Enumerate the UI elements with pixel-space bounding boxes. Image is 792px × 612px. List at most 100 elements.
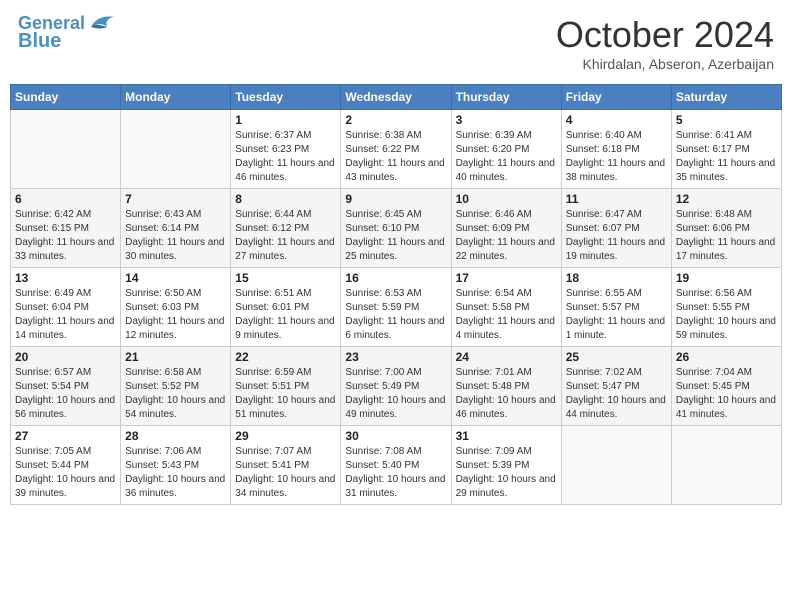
table-row (561, 426, 671, 505)
table-row (11, 110, 121, 189)
table-row: 10 Sunrise: 6:46 AMSunset: 6:09 PMDayligh… (451, 189, 561, 268)
month-title: October 2024 (556, 14, 774, 56)
calendar-week-row: 20 Sunrise: 6:57 AMSunset: 5:54 PMDayligh… (11, 347, 782, 426)
day-info: Sunrise: 7:01 AMSunset: 5:48 PMDaylight:… (456, 366, 557, 422)
day-info: Sunrise: 6:58 AMSunset: 5:52 PMDaylight:… (125, 366, 226, 422)
day-number: 27 (15, 429, 116, 443)
day-info: Sunrise: 6:48 AMSunset: 6:06 PMDaylight:… (676, 208, 777, 264)
day-info: Sunrise: 6:42 AMSunset: 6:15 PMDaylight:… (15, 208, 116, 264)
day-number: 24 (456, 350, 557, 364)
col-saturday: Saturday (671, 85, 781, 110)
table-row: 5Sunrise: 6:41 AMSunset: 6:17 PMDaylight… (671, 110, 781, 189)
day-number: 9 (345, 192, 446, 206)
table-row: 14Sunrise: 6:50 AMSunset: 6:03 PMDayligh… (121, 268, 231, 347)
location: Khirdalan, Abseron, Azerbaijan (556, 56, 774, 72)
day-number: 25 (566, 350, 667, 364)
day-info: Sunrise: 6:59 AMSunset: 5:51 PMDaylight:… (235, 366, 336, 422)
day-number: 1 (235, 113, 336, 127)
day-number: 6 (15, 192, 116, 206)
header-row: Sunday Monday Tuesday Wednesday Thursday… (11, 85, 782, 110)
day-number: 26 (676, 350, 777, 364)
day-number: 3 (456, 113, 557, 127)
table-row: 20 Sunrise: 6:57 AMSunset: 5:54 PMDayligh… (11, 347, 121, 426)
day-number: 20 (15, 350, 116, 364)
day-number: 11 (566, 192, 667, 206)
day-number: 21 (125, 350, 226, 364)
logo-blue-text: Blue (18, 30, 61, 52)
col-thursday: Thursday (451, 85, 561, 110)
day-number: 29 (235, 429, 336, 443)
day-number: 10 (456, 192, 557, 206)
day-info: Sunrise: 6:45 AMSunset: 6:10 PMDaylight:… (345, 208, 446, 264)
day-number: 13 (15, 271, 116, 285)
day-info: Sunrise: 6:54 AMSunset: 5:58 PMDaylight:… (456, 287, 557, 343)
page-header: General Blue October 2024 Khirdalan, Abs… (10, 10, 782, 76)
day-number: 7 (125, 192, 226, 206)
table-row: 2 Sunrise: 6:38 AMSunset: 6:22 PMDaylight… (341, 110, 451, 189)
calendar-week-row: 1 Sunrise: 6:37 AMSunset: 6:23 PMDaylight… (11, 110, 782, 189)
day-number: 19 (676, 271, 777, 285)
table-row: 9 Sunrise: 6:45 AMSunset: 6:10 PMDaylight… (341, 189, 451, 268)
table-row: 7 Sunrise: 6:43 AMSunset: 6:14 PMDaylight… (121, 189, 231, 268)
table-row: 26Sunrise: 7:04 AMSunset: 5:45 PMDayligh… (671, 347, 781, 426)
day-info: Sunrise: 6:46 AMSunset: 6:09 PMDaylight:… (456, 208, 557, 264)
day-info: Sunrise: 6:47 AMSunset: 6:07 PMDaylight:… (566, 208, 667, 264)
col-sunday: Sunday (11, 85, 121, 110)
col-wednesday: Wednesday (341, 85, 451, 110)
day-number: 30 (345, 429, 446, 443)
table-row: 1 Sunrise: 6:37 AMSunset: 6:23 PMDaylight… (231, 110, 341, 189)
day-info: Sunrise: 6:51 AMSunset: 6:01 PMDaylight:… (235, 287, 336, 343)
table-row: 23Sunrise: 7:00 AMSunset: 5:49 PMDayligh… (341, 347, 451, 426)
table-row: 31 Sunrise: 7:09 AMSunset: 5:39 PMDayligh… (451, 426, 561, 505)
day-number: 12 (676, 192, 777, 206)
day-info: Sunrise: 6:44 AMSunset: 6:12 PMDaylight:… (235, 208, 336, 264)
table-row: 16 Sunrise: 6:53 AMSunset: 5:59 PMDayligh… (341, 268, 451, 347)
day-info: Sunrise: 6:56 AMSunset: 5:55 PMDaylight:… (676, 287, 777, 343)
day-info: Sunrise: 6:37 AMSunset: 6:23 PMDaylight:… (235, 129, 336, 185)
day-info: Sunrise: 6:49 AMSunset: 6:04 PMDaylight:… (15, 287, 116, 343)
table-row (671, 426, 781, 505)
day-info: Sunrise: 6:53 AMSunset: 5:59 PMDaylight:… (345, 287, 446, 343)
table-row: 30 Sunrise: 7:08 AMSunset: 5:40 PMDayligh… (341, 426, 451, 505)
day-number: 8 (235, 192, 336, 206)
table-row: 25 Sunrise: 7:02 AMSunset: 5:47 PMDayligh… (561, 347, 671, 426)
calendar-week-row: 13 Sunrise: 6:49 AMSunset: 6:04 PMDayligh… (11, 268, 782, 347)
day-info: Sunrise: 7:08 AMSunset: 5:40 PMDaylight:… (345, 445, 446, 501)
table-row: 11 Sunrise: 6:47 AMSunset: 6:07 PMDayligh… (561, 189, 671, 268)
col-monday: Monday (121, 85, 231, 110)
day-number: 31 (456, 429, 557, 443)
day-info: Sunrise: 7:05 AMSunset: 5:44 PMDaylight:… (15, 445, 116, 501)
day-number: 17 (456, 271, 557, 285)
day-info: Sunrise: 7:02 AMSunset: 5:47 PMDaylight:… (566, 366, 667, 422)
day-number: 4 (566, 113, 667, 127)
day-number: 14 (125, 271, 226, 285)
table-row: 13 Sunrise: 6:49 AMSunset: 6:04 PMDayligh… (11, 268, 121, 347)
table-row: 28 Sunrise: 7:06 AMSunset: 5:43 PMDayligh… (121, 426, 231, 505)
day-number: 28 (125, 429, 226, 443)
day-info: Sunrise: 6:57 AMSunset: 5:54 PMDaylight:… (15, 366, 116, 422)
day-info: Sunrise: 7:00 AMSunset: 5:49 PMDaylight:… (345, 366, 446, 422)
day-info: Sunrise: 6:43 AMSunset: 6:14 PMDaylight:… (125, 208, 226, 264)
logo: General Blue (18, 14, 115, 52)
day-info: Sunrise: 6:41 AMSunset: 6:17 PMDaylight:… (676, 129, 777, 185)
day-info: Sunrise: 6:40 AMSunset: 6:18 PMDaylight:… (566, 129, 667, 185)
table-row: 8 Sunrise: 6:44 AMSunset: 6:12 PMDaylight… (231, 189, 341, 268)
day-info: Sunrise: 6:38 AMSunset: 6:22 PMDaylight:… (345, 129, 446, 185)
day-number: 16 (345, 271, 446, 285)
calendar-week-row: 27 Sunrise: 7:05 AMSunset: 5:44 PMDayligh… (11, 426, 782, 505)
day-number: 2 (345, 113, 446, 127)
table-row: 22Sunrise: 6:59 AMSunset: 5:51 PMDayligh… (231, 347, 341, 426)
day-info: Sunrise: 7:09 AMSunset: 5:39 PMDaylight:… (456, 445, 557, 501)
calendar-week-row: 6 Sunrise: 6:42 AMSunset: 6:15 PMDaylight… (11, 189, 782, 268)
table-row: 6 Sunrise: 6:42 AMSunset: 6:15 PMDaylight… (11, 189, 121, 268)
day-info: Sunrise: 7:06 AMSunset: 5:43 PMDaylight:… (125, 445, 226, 501)
table-row: 19 Sunrise: 6:56 AMSunset: 5:55 PMDayligh… (671, 268, 781, 347)
table-row: 17 Sunrise: 6:54 AMSunset: 5:58 PMDayligh… (451, 268, 561, 347)
table-row: 21 Sunrise: 6:58 AMSunset: 5:52 PMDayligh… (121, 347, 231, 426)
table-row: 4 Sunrise: 6:40 AMSunset: 6:18 PMDaylight… (561, 110, 671, 189)
col-friday: Friday (561, 85, 671, 110)
col-tuesday: Tuesday (231, 85, 341, 110)
table-row: 27 Sunrise: 7:05 AMSunset: 5:44 PMDayligh… (11, 426, 121, 505)
table-row (121, 110, 231, 189)
calendar-table: Sunday Monday Tuesday Wednesday Thursday… (10, 84, 782, 505)
